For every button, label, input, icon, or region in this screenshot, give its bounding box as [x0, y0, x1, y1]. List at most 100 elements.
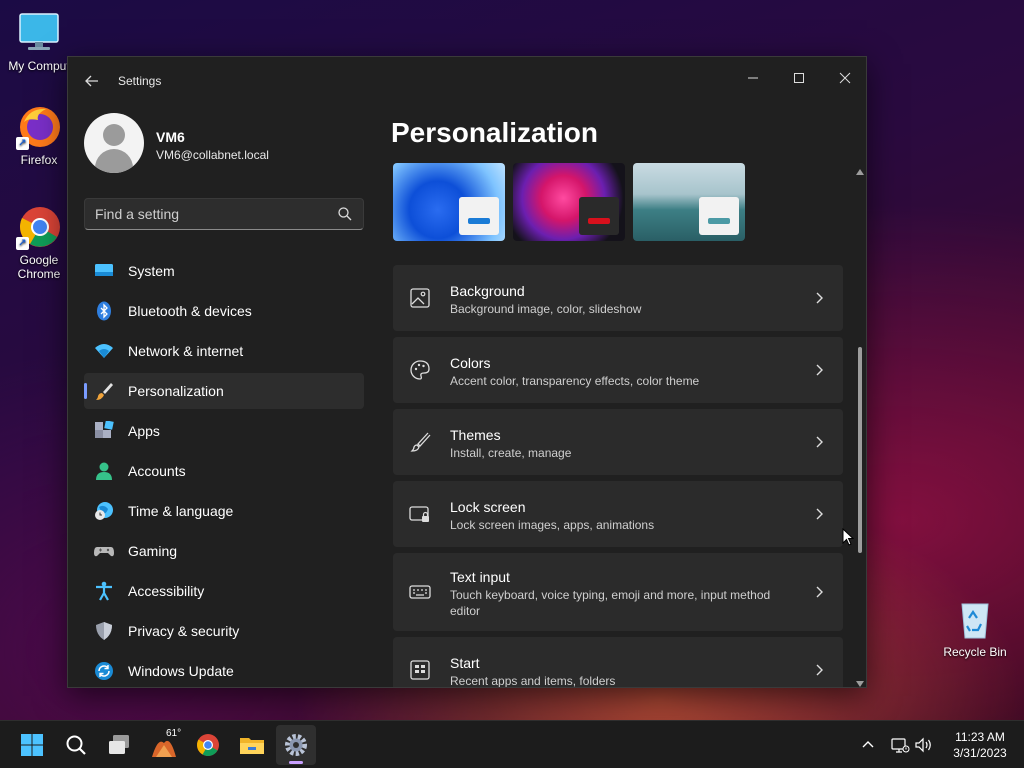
theme-preview-window [459, 197, 499, 235]
settings-taskbar-button[interactable] [276, 725, 316, 765]
brush-icon [410, 432, 431, 452]
network-icon[interactable] [888, 733, 912, 757]
title-bar[interactable]: Settings [68, 57, 866, 105]
task-view-button[interactable] [100, 725, 140, 765]
sidebar-item-accessibility[interactable]: Accessibility [84, 573, 364, 609]
sidebar-item-bluetooth[interactable]: Bluetooth & devices [84, 293, 364, 329]
sidebar-item-privacy-security[interactable]: Privacy & security [84, 613, 364, 649]
card-subtitle: Background image, color, slideshow [450, 302, 642, 316]
start-button[interactable] [12, 725, 52, 765]
scrollbar[interactable] [855, 167, 865, 687]
scroll-thumb[interactable] [858, 347, 862, 553]
back-button[interactable] [80, 69, 104, 93]
user-profile[interactable]: VM6 VM6@collabnet.local [84, 113, 384, 177]
sidebar-item-gaming[interactable]: Gaming [84, 533, 364, 569]
card-title: Colors [450, 355, 491, 371]
sidebar-item-accounts[interactable]: Accounts [84, 453, 364, 489]
widgets-button[interactable]: 61° [144, 725, 184, 765]
apps-icon [95, 421, 114, 438]
file-explorer-button[interactable] [232, 725, 272, 765]
card-subtitle: Lock screen images, apps, animations [450, 518, 655, 532]
windows-logo-icon [21, 734, 43, 756]
shield-icon [96, 622, 112, 640]
gear-icon [285, 734, 307, 756]
theme-thumbnail[interactable] [513, 163, 625, 241]
search-button[interactable] [56, 725, 96, 765]
card-subtitle: Install, create, manage [450, 446, 572, 460]
card-text-input[interactable]: Text input Touch keyboard, voice typing,… [393, 553, 843, 631]
card-colors[interactable]: Colors Accent color, transparency effect… [393, 337, 843, 403]
monitor-icon [16, 10, 62, 56]
profile-name: VM6 [156, 129, 185, 145]
theme-thumbnail[interactable] [393, 163, 505, 241]
sidebar-item-label: Personalization [128, 383, 224, 399]
card-lock-screen[interactable]: Lock screen Lock screen images, apps, an… [393, 481, 843, 547]
search-input[interactable] [85, 199, 325, 229]
mouse-cursor-icon [842, 528, 854, 546]
clock-date: 3/31/2023 [953, 746, 1007, 760]
update-icon [95, 662, 113, 680]
arrow-left-icon [85, 75, 98, 87]
firefox-icon: ↗ [16, 104, 62, 150]
active-indicator [289, 761, 303, 764]
sidebar-item-label: Bluetooth & devices [128, 303, 252, 319]
volume-icon[interactable] [912, 733, 936, 757]
sidebar-item-label: Gaming [128, 543, 178, 559]
sidebar-item-windows-update[interactable]: Windows Update [84, 653, 364, 687]
desktop-icon-recycle-bin[interactable]: Recycle Bin [936, 596, 1014, 659]
chevron-up-icon[interactable] [856, 733, 880, 757]
sidebar-item-apps[interactable]: Apps [84, 413, 364, 449]
shortcut-arrow-icon: ↗ [16, 237, 29, 250]
profile-email: VM6@collabnet.local [156, 148, 269, 162]
taskbar-clock[interactable]: 11:23 AM 3/31/2023 [940, 729, 1020, 761]
avatar [84, 113, 144, 173]
theme-preview-window [579, 197, 619, 235]
system-icon [95, 264, 113, 276]
sidebar-nav: System Bluetooth & devices Network & int… [84, 253, 364, 687]
minimize-button[interactable] [730, 63, 776, 93]
sidebar-item-label: Apps [128, 423, 160, 439]
card-title: Lock screen [450, 499, 526, 515]
chevron-right-icon [816, 436, 823, 448]
theme-preview-window [699, 197, 739, 235]
card-start[interactable]: Start Recent apps and items, folders [393, 637, 843, 687]
recycle-bin-icon [952, 596, 998, 642]
window-title: Settings [118, 74, 162, 88]
chrome-icon: ↗ [16, 204, 62, 250]
globe-clock-icon [95, 502, 113, 520]
search-icon[interactable] [337, 206, 353, 222]
card-title: Background [450, 283, 525, 299]
shortcut-arrow-icon: ↗ [16, 137, 29, 150]
close-icon [839, 72, 851, 84]
card-title: Text input [450, 569, 510, 585]
chrome-taskbar-button[interactable] [188, 725, 228, 765]
sidebar-item-label: Accessibility [128, 583, 205, 599]
card-themes[interactable]: Themes Install, create, manage [393, 409, 843, 475]
search-icon [66, 735, 86, 755]
folder-icon [240, 738, 264, 754]
card-background[interactable]: Background Background image, color, slid… [393, 265, 843, 331]
scroll-up-arrow[interactable] [856, 169, 864, 175]
card-subtitle: Touch keyboard, voice typing, emoji and … [450, 588, 771, 618]
maximize-icon [794, 73, 804, 83]
keyboard-icon [409, 585, 431, 599]
close-button[interactable] [822, 63, 866, 93]
scroll-down-arrow[interactable] [856, 681, 864, 687]
sidebar-item-system[interactable]: System [84, 253, 364, 289]
taskbar: 61° 11:23 AM 3/31/2023 [0, 720, 1024, 768]
desktop-icon-label: Recycle Bin [943, 645, 1007, 659]
weather-temperature: 61° [166, 728, 182, 739]
maximize-button[interactable] [776, 63, 822, 93]
sidebar-item-time-language[interactable]: Time & language [84, 493, 364, 529]
sidebar-item-label: System [128, 263, 175, 279]
theme-thumbnail[interactable] [633, 163, 745, 241]
minimize-icon [748, 77, 758, 79]
settings-window: Settings VM6 VM6@collabnet.local System [67, 56, 867, 688]
lock-screen-icon [409, 506, 429, 522]
sidebar-item-label: Windows Update [128, 663, 234, 679]
sidebar-item-network[interactable]: Network & internet [84, 333, 364, 369]
chevron-right-icon [816, 292, 823, 304]
search-box[interactable] [84, 198, 364, 230]
image-icon [410, 288, 430, 308]
sidebar-item-personalization[interactable]: Personalization [84, 373, 364, 409]
